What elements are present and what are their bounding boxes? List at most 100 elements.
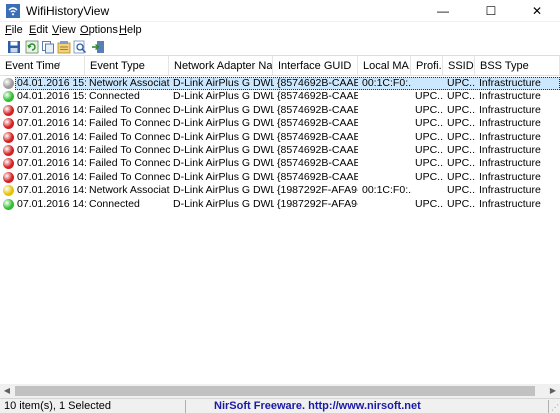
menu-edit[interactable]: Edit [29,24,48,36]
cell-event-time: 07.01.2016 14:56:... [17,130,86,143]
cell-event-time: 04.01.2016 15:02:... [17,77,86,89]
cell-local-mac: 00:1C:F0:... [362,184,412,197]
cell-event-type: Network Associati... [89,184,170,197]
nirsoft-link[interactable]: NirSoft Freeware. http://www.nirsoft.net [214,400,421,412]
menu-options[interactable]: Options [80,24,118,36]
status-yellow-icon [3,185,14,197]
table-row[interactable]: 07.01.2016 14:56:...Failed To ConnectD-L… [0,104,560,117]
cell-ssid: UPC... [447,103,476,116]
scroll-right-icon[interactable]: ▶ [546,384,560,398]
menu-help[interactable]: Help [119,24,142,36]
cell-adapter-name: D-Link AirPlus G DWL-G... [173,197,274,210]
status-bar: 10 item(s), 1 Selected NirSoft Freeware.… [0,398,560,413]
cell-adapter-name: D-Link AirPlus G DWL-G... [173,144,274,156]
column-header-ssid[interactable]: SSID [443,56,475,76]
column-header-bss-type[interactable]: BSS Type [475,56,560,76]
cell-interface-guid: {8574692B-CAAE-4... [277,117,358,130]
column-header-interface-guid[interactable]: Interface GUID [273,56,358,76]
column-header-event-type[interactable]: Event Type [85,56,169,76]
cell-ssid: UPC... [447,184,476,197]
cell-bss-type: Infrastructure [479,130,541,143]
cell-event-time: 07.01.2016 14:56:... [17,144,86,156]
column-header-adapter-name[interactable]: Network Adapter Name [169,56,273,76]
scroll-thumb[interactable] [15,386,535,396]
status-red-icon [3,145,14,156]
close-icon: ✕ [531,4,543,18]
table-row[interactable]: 07.01.2016 14:57:...Connected D-Link AirP… [0,198,560,211]
status-red-icon [3,118,14,130]
cell-interface-guid: {8574692B-CAAE-4... [277,90,358,103]
refresh-icon[interactable] [25,40,39,54]
table-row[interactable]: 07.01.2016 14:56:...Failed To ConnectD-L… [0,157,560,170]
cell-bss-type: Infrastructure [479,197,541,210]
save-icon[interactable] [7,40,21,54]
table-row[interactable]: 07.01.2016 14:57:...Network Associati...… [0,184,560,197]
cell-interface-guid: {1987292F-AFA9-4... [277,184,358,197]
table-row[interactable]: 07.01.2016 14:56:...Failed To ConnectD-L… [0,117,560,130]
scroll-left-icon[interactable]: ◀ [0,384,14,398]
sort-indicator-icon: / [58,61,61,70]
minimize-button[interactable]: — [420,0,466,22]
status-green-icon [3,91,14,103]
menu-view[interactable]: View [52,24,76,36]
cell-interface-guid: {8574692B-CAAE-4... [277,170,358,183]
status-red-icon [3,104,14,116]
cell-event-type: Connected [89,90,140,103]
cell-adapter-name: D-Link AirPlus G DWL-G... [173,130,274,143]
cell-ssid: UPC... [447,197,476,210]
cell-local-mac [359,131,412,144]
table-row[interactable]: 07.01.2016 14:56:...Failed To ConnectD-L… [0,131,560,144]
cell-local-mac [359,198,412,211]
column-header-profile[interactable]: Profi... [411,56,443,76]
window-title: WifiHistoryView [26,4,110,18]
find-icon[interactable] [73,40,87,54]
list-header: Event Time / Event Type Network Adapter … [0,56,560,76]
table-row[interactable]: 07.01.2016 14:56:...Failed To ConnectD-L… [0,144,560,157]
properties-icon[interactable] [57,40,71,54]
close-button[interactable]: ✕ [514,0,560,22]
status-grey-icon [3,78,14,89]
cell-event-type: Failed To Connect [89,144,170,156]
horizontal-scrollbar[interactable]: ◀ ▶ [0,384,560,398]
cell-adapter-name: D-Link AirPlus G DWL-G... [173,117,274,130]
cell-bss-type: Infrastructure [479,90,541,103]
event-list[interactable]: Event Time / Event Type Network Adapter … [0,56,560,384]
cell-interface-guid: {8574692B-CAAE-4... [277,130,358,143]
cell-profile: UPC... [415,117,444,130]
status-red-icon [3,171,14,183]
cell-ssid: UPC... [447,77,476,89]
item-count: 10 item(s), 1 Selected [4,400,111,412]
column-header-local-mac[interactable]: Local MA... [358,56,411,76]
cell-ssid: UPC... [447,117,476,130]
cell-bss-type: Infrastructure [479,184,541,197]
cell-bss-type: Infrastructure [479,157,541,170]
cell-ssid: UPC... [447,130,476,143]
cell-interface-guid: {8574692B-CAAE-4... [277,77,358,89]
cell-event-type: Failed To Connect [89,130,170,143]
cell-ssid: UPC... [447,144,476,156]
cell-local-mac [359,157,412,170]
exit-icon[interactable] [91,40,105,54]
status-green-icon [3,198,14,210]
cell-profile [412,184,444,197]
cell-local-mac [359,90,412,103]
cell-local-mac [359,144,412,157]
copy-icon[interactable] [41,40,55,54]
cell-adapter-name: D-Link AirPlus G DWL-G... [173,184,274,197]
menu-file[interactable]: File [5,24,23,36]
maximize-button[interactable]: ☐ [468,0,514,22]
cell-profile: UPC... [415,90,444,103]
table-row[interactable]: 07.01.2016 14:57:...Failed To ConnectD-L… [0,171,560,184]
cell-profile [412,77,444,90]
cell-local-mac [359,171,412,184]
cell-event-time: 07.01.2016 14:57:... [17,197,86,210]
table-row[interactable]: 04.01.2016 15:02:...Connected D-Link AirP… [0,90,560,103]
table-row[interactable]: 04.01.2016 15:02:...Network Associati...… [0,77,560,91]
cell-adapter-name: D-Link AirPlus G DWL-G... [173,77,274,89]
column-header-event-time[interactable]: Event Time / [0,56,85,76]
cell-bss-type: Infrastructure [479,144,541,156]
cell-event-time: 07.01.2016 14:56:... [17,117,86,130]
cell-profile: UPC... [415,103,444,116]
cell-event-type: Network Associati... [89,77,170,89]
resize-grip-icon[interactable]: ⋰ [551,403,559,412]
